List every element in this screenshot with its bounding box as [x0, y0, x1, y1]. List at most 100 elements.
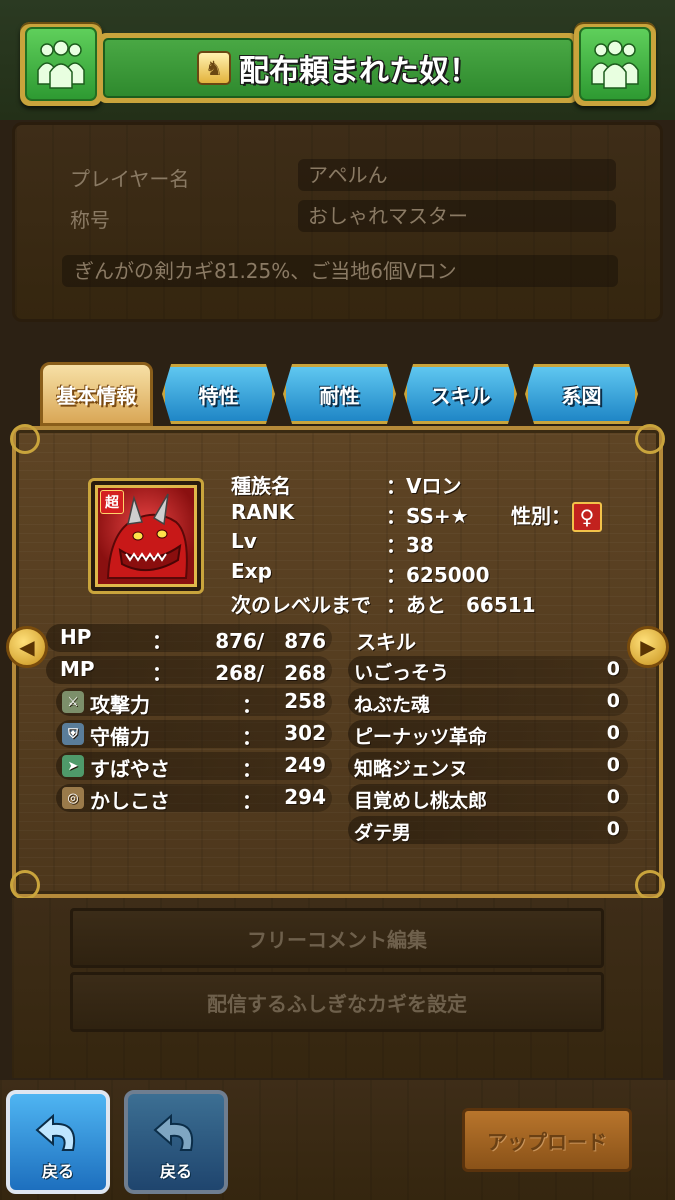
level-label: Lv: [231, 529, 257, 553]
back-button-secondary[interactable]: 戻る: [124, 1090, 228, 1194]
attack-row: ⚔ 攻撃力 ： 258: [56, 688, 332, 717]
tab-family-tree[interactable]: 系図: [525, 364, 638, 424]
mp-value: 268/ 268: [215, 661, 326, 685]
skill-row: ねぶた魂 0: [348, 688, 628, 716]
chevron-left-icon: ◀: [19, 635, 35, 659]
stat-colon: ：: [242, 789, 262, 813]
skill-points: 0: [606, 722, 620, 744]
return-arrow-icon: [35, 1113, 75, 1151]
tab-resistance[interactable]: 耐性: [283, 364, 396, 424]
skill-points: 0: [606, 754, 620, 776]
skill-points: 0: [606, 658, 620, 680]
exp-value: ：625000: [386, 563, 490, 587]
upload-button[interactable]: アップロード: [462, 1108, 632, 1172]
rank-label: RANK: [231, 500, 295, 524]
group-icon: [25, 27, 97, 101]
hp-row: HP ： 876/ 876: [46, 624, 332, 653]
skill-row: 目覚めし桃太郎 0: [348, 784, 628, 812]
ornament-icon: [635, 424, 665, 454]
tab-basic-info[interactable]: 基本情報: [40, 362, 153, 426]
player-name-label: プレイヤー名: [70, 167, 190, 191]
page-title: 配布頼まれた奴！: [239, 54, 479, 89]
skill-header: スキル: [356, 630, 416, 654]
skill-points: 0: [606, 786, 620, 808]
stat-colon: ：: [152, 661, 172, 685]
prev-arrow-button[interactable]: ◀: [6, 626, 48, 668]
monster-image: 超: [95, 485, 197, 587]
skill-name: 知略ジェンヌ: [354, 758, 469, 780]
defense-row: ⛨ 守備力 ： 302: [56, 720, 332, 749]
back-label: 戻る: [159, 1162, 192, 1181]
skill-row: 知略ジェンヌ 0: [348, 752, 628, 780]
hp-label: HP: [60, 625, 92, 649]
skill-points: 0: [606, 818, 620, 840]
skill-name: ねぶた魂: [354, 694, 431, 716]
wisdom-label: かしこさ: [90, 789, 170, 813]
wisdom-row: ◎ かしこさ ： 294: [56, 784, 332, 813]
attack-label: 攻撃力: [90, 693, 150, 717]
comment-field: ぎんがの剣カギ81.25%、ご当地6個Vロン: [62, 255, 618, 287]
header-bar: ♞ 配布頼まれた奴！: [0, 0, 675, 120]
free-comment-edit-button[interactable]: フリーコメント編集: [70, 908, 604, 968]
stat-colon: ：: [242, 693, 262, 717]
super-badge: 超: [100, 490, 124, 514]
sword-icon: ⚔: [62, 691, 84, 713]
group-left-button[interactable]: [20, 22, 102, 106]
female-icon: ♀: [572, 502, 602, 532]
attack-value: 258: [284, 689, 326, 713]
set-key-button[interactable]: 配信するふしぎなカギを設定: [70, 972, 604, 1032]
group-icon: [579, 27, 651, 101]
back-button[interactable]: 戻る: [6, 1090, 110, 1194]
skill-name: ピーナッツ革命: [354, 726, 488, 748]
wisdom-value: 294: [284, 785, 326, 809]
hp-value: 876/ 876: [215, 629, 326, 653]
speed-value: 249: [284, 753, 326, 777]
ornament-icon: [635, 870, 665, 900]
title-banner: ♞ 配布頼まれた奴！: [98, 33, 578, 103]
skill-name: いごっそう: [354, 662, 450, 684]
level-value: ：38: [386, 533, 434, 557]
monster-portrait[interactable]: 超: [88, 478, 204, 594]
skill-name: 目覚めし桃太郎: [354, 790, 488, 812]
defense-value: 302: [284, 721, 326, 745]
skill-points: 0: [606, 690, 620, 712]
next-level-value: ：あと 66511: [386, 593, 536, 617]
key-horse-icon: ♞: [197, 51, 231, 85]
mp-label: MP: [60, 657, 95, 681]
return-arrow-icon: [153, 1113, 193, 1151]
skill-name: ダテ男: [354, 822, 412, 844]
gender-label: 性別：: [511, 504, 571, 528]
chevron-right-icon: ▶: [640, 635, 656, 659]
tab-skill[interactable]: スキル: [404, 364, 517, 424]
next-arrow-button[interactable]: ▶: [627, 626, 669, 668]
group-right-button[interactable]: [574, 22, 656, 106]
title-field: おしゃれマスター: [298, 200, 616, 232]
skill-row: ピーナッツ革命 0: [348, 720, 628, 748]
ornament-icon: [10, 424, 40, 454]
tab-bar: 基本情報 特性 耐性 スキル 系図: [40, 362, 640, 426]
back-label: 戻る: [41, 1162, 74, 1181]
mp-row: MP ： 268/ 268: [46, 656, 332, 685]
title-label: 称号: [70, 208, 110, 232]
rank-value: ：SS+★: [386, 504, 469, 528]
player-name-field: アペルん: [298, 159, 616, 191]
ring-icon: ◎: [62, 787, 84, 809]
tab-traits[interactable]: 特性: [162, 364, 275, 424]
skill-row: ダテ男 0: [348, 816, 628, 844]
monster-status-panel: 超 種族名 ：Vロン RANK ：SS+★ 性別： ♀ Lv ：38 Exp ：…: [10, 424, 665, 900]
species-label: 種族名: [231, 474, 291, 498]
stat-colon: ：: [152, 629, 172, 653]
skill-row: いごっそう 0: [348, 656, 628, 684]
speed-row: ➤ すばやさ ： 249: [56, 752, 332, 781]
stat-colon: ：: [242, 725, 262, 749]
defense-label: 守備力: [90, 725, 150, 749]
species-value: ：Vロン: [386, 474, 462, 498]
stat-colon: ：: [242, 757, 262, 781]
profile-panel: プレイヤー名 アペルん 称号 おしゃれマスター ぎんがの剣カギ81.25%、ご当…: [12, 122, 663, 322]
next-level-label: 次のレベルまで: [231, 593, 371, 617]
speed-label: すばやさ: [90, 757, 170, 781]
boot-icon: ➤: [62, 755, 84, 777]
exp-label: Exp: [231, 559, 272, 583]
shield-icon: ⛨: [62, 723, 84, 745]
ornament-icon: [10, 870, 40, 900]
